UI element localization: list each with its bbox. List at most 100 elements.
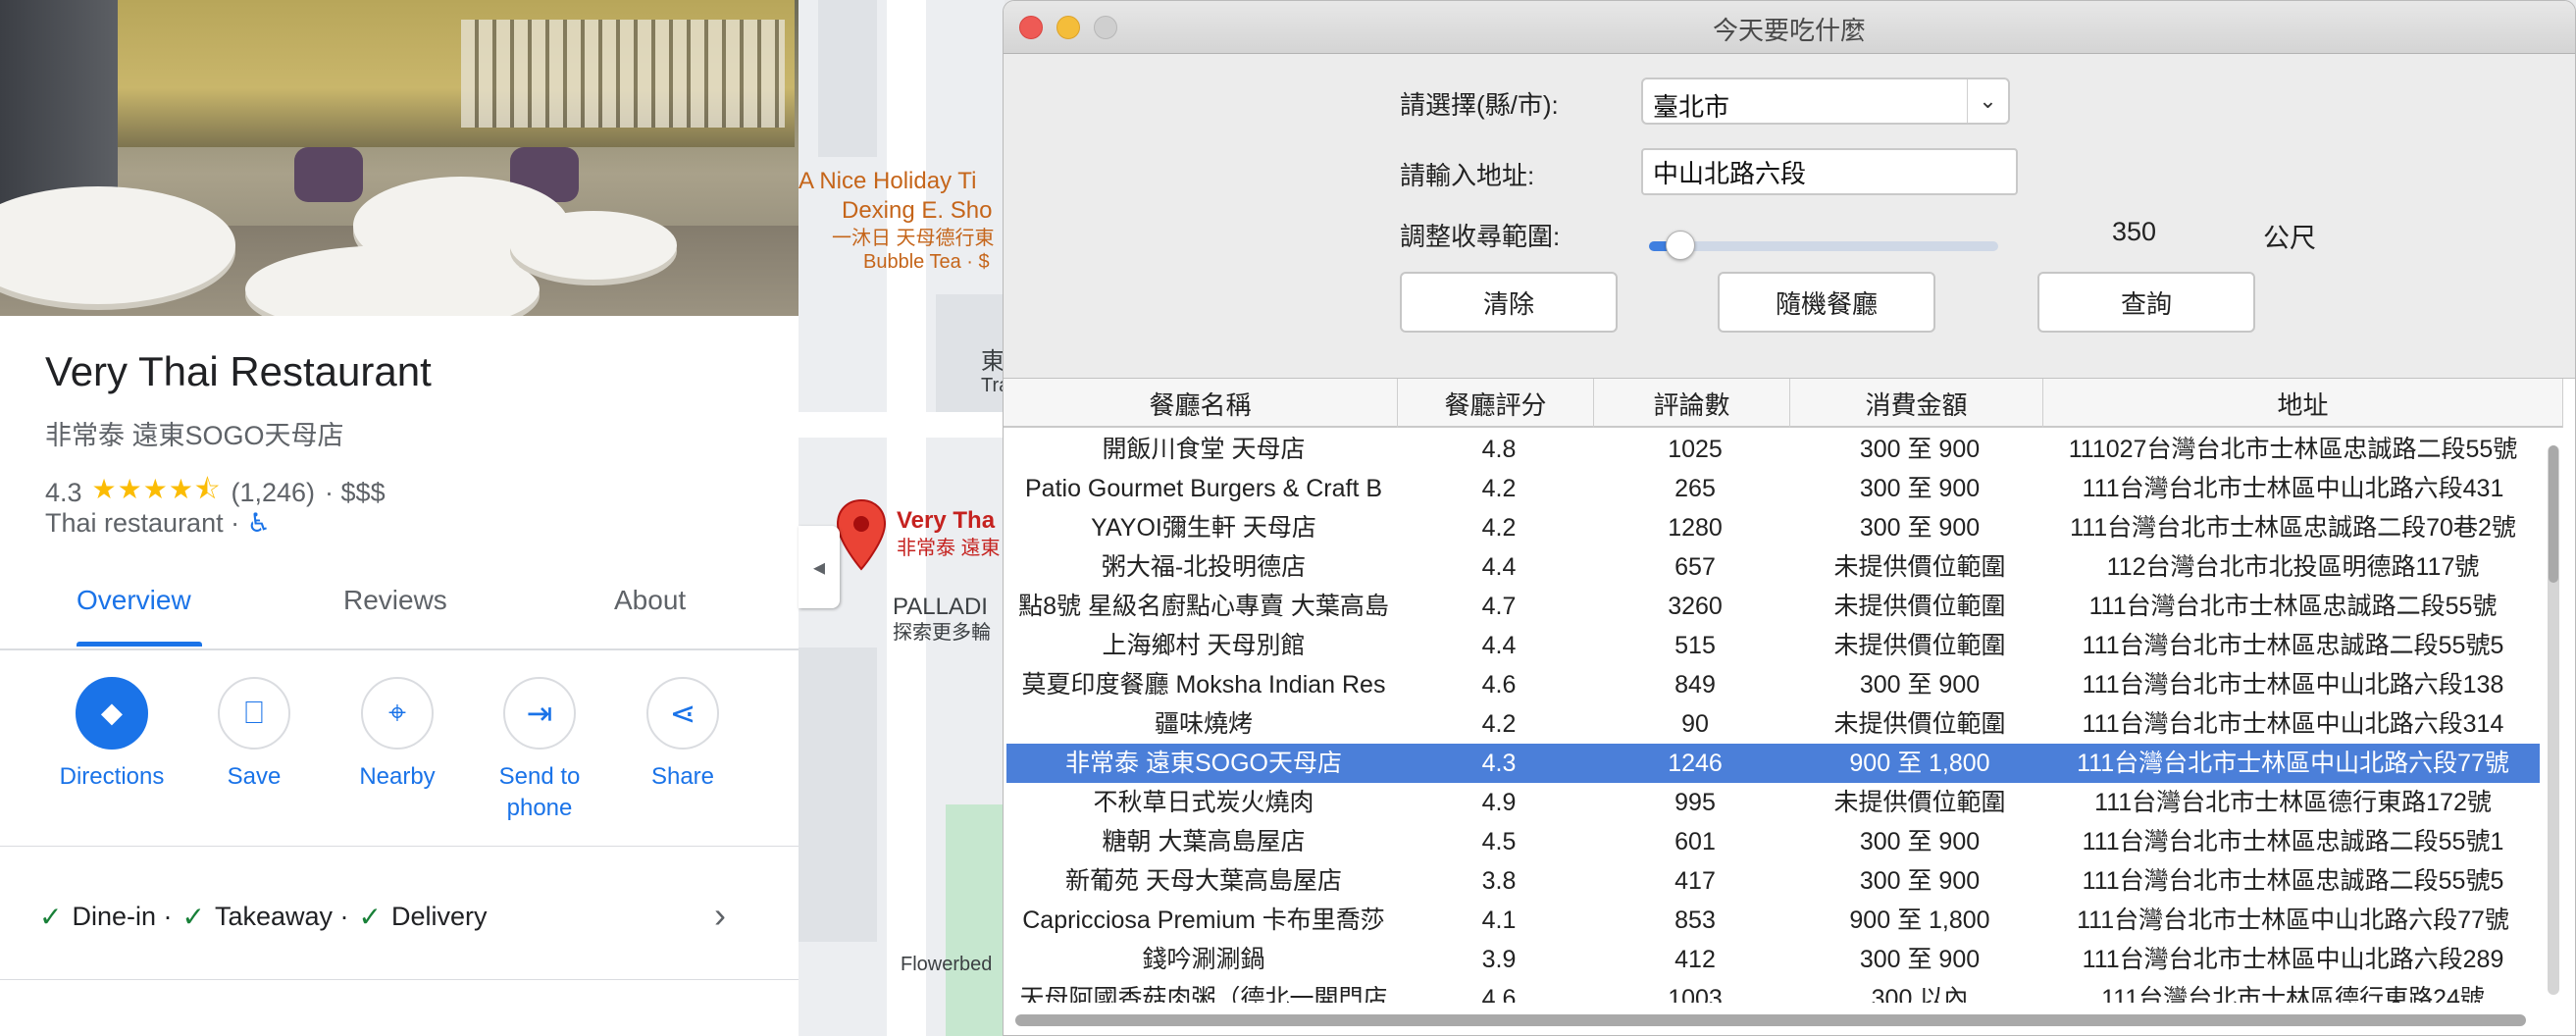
cell-address[interactable]: 111台灣台北市士林區忠誠路二段55號5 bbox=[2046, 626, 2540, 665]
table-row[interactable]: 開飯川食堂 天母店 4.8 1025 300 至 900 111027台灣台北市士林區忠… bbox=[1006, 430, 2540, 469]
table-row-selected[interactable]: 非常泰 遠東SOGO天母店 4.3 1246 900 至 1,800 111台灣台北市士… bbox=[1006, 744, 2540, 783]
cell-name[interactable]: 點8號 星級名廚點心專賣 大葉高島 bbox=[1006, 587, 1401, 626]
cell-price[interactable]: 300 以內 bbox=[1793, 979, 2046, 1003]
range-slider[interactable] bbox=[1649, 227, 2002, 266]
category-label[interactable]: Thai restaurant · bbox=[45, 508, 239, 538]
cell-rating[interactable]: 4.3 bbox=[1401, 744, 1597, 783]
clear-button[interactable]: 清除 bbox=[1400, 272, 1618, 333]
nearby-button[interactable]: ⌖ Nearby bbox=[329, 677, 466, 793]
send-to-phone-button[interactable]: ⇥ Send to phone bbox=[471, 677, 608, 824]
cell-rating[interactable]: 4.1 bbox=[1401, 901, 1597, 940]
cell-price[interactable]: 300 至 900 bbox=[1793, 822, 2046, 861]
cell-name[interactable]: YAYOI彌生軒 天母店 bbox=[1006, 508, 1401, 547]
cell-reviews[interactable]: 601 bbox=[1597, 822, 1793, 861]
cell-rating[interactable]: 4.2 bbox=[1401, 508, 1597, 547]
save-button[interactable]: ⎕ Save bbox=[185, 677, 323, 793]
restaurant-photo[interactable] bbox=[0, 0, 799, 316]
cell-price[interactable]: 未提供價位範圍 bbox=[1793, 783, 2046, 822]
cell-price[interactable]: 未提供價位範圍 bbox=[1793, 704, 2046, 744]
cell-rating[interactable]: 4.5 bbox=[1401, 822, 1597, 861]
column-header-price[interactable]: 消費金額 bbox=[1790, 379, 2043, 428]
cell-name[interactable]: 錢吟涮涮鍋 bbox=[1006, 940, 1401, 979]
table-row[interactable]: 點8號 星級名廚點心專賣 大葉高島 4.7 3260 未提供價位範圍 111台灣台北市士… bbox=[1006, 587, 2540, 626]
table-row[interactable]: 天母阿國香菇肉粥（德北一開門店 4.6 1003 300 以內 111台灣台北市士林區德… bbox=[1006, 979, 2540, 1003]
cell-address[interactable]: 111027台灣台北市士林區忠誠路二段55號 bbox=[2046, 430, 2540, 469]
cell-reviews[interactable]: 515 bbox=[1597, 626, 1793, 665]
cell-price[interactable]: 未提供價位範圍 bbox=[1793, 547, 2046, 587]
cell-rating[interactable]: 4.2 bbox=[1401, 704, 1597, 744]
map-label[interactable]: A Nice Holiday Ti bbox=[799, 169, 976, 194]
map-canvas[interactable]: A Nice Holiday Ti Dexing E. Sho 一沐日 天母德行… bbox=[799, 0, 1005, 1036]
cell-address[interactable]: 111台灣台北市士林區中山北路六段138 bbox=[2046, 665, 2540, 704]
table-row[interactable]: 疆味燒烤 4.2 90 未提供價位範圍 111台灣台北市士林區中山北路六段314 bbox=[1006, 704, 2540, 744]
cell-reviews[interactable]: 90 bbox=[1597, 704, 1793, 744]
cell-reviews[interactable]: 417 bbox=[1597, 861, 1793, 901]
cell-rating[interactable]: 4.2 bbox=[1401, 469, 1597, 508]
column-header-rating[interactable]: 餐廳評分 bbox=[1398, 379, 1594, 428]
cell-rating[interactable]: 4.6 bbox=[1401, 665, 1597, 704]
cell-name[interactable]: 糖朝 大葉高島屋店 bbox=[1006, 822, 1401, 861]
cell-reviews[interactable]: 1003 bbox=[1597, 979, 1793, 1003]
cell-price[interactable]: 300 至 900 bbox=[1793, 508, 2046, 547]
cell-rating[interactable]: 3.9 bbox=[1401, 940, 1597, 979]
horizontal-scrollbar[interactable] bbox=[1015, 1014, 2526, 1026]
cell-reviews[interactable]: 1025 bbox=[1597, 430, 1793, 469]
vertical-scrollbar[interactable] bbox=[2548, 445, 2559, 995]
cell-rating[interactable]: 4.4 bbox=[1401, 547, 1597, 587]
cell-reviews[interactable]: 1280 bbox=[1597, 508, 1793, 547]
map-place-label[interactable]: Very Tha bbox=[897, 508, 995, 534]
table-row[interactable]: YAYOI彌生軒 天母店 4.2 1280 300 至 900 111台灣台北市士林區忠… bbox=[1006, 508, 2540, 547]
cell-price[interactable]: 300 至 900 bbox=[1793, 940, 2046, 979]
address-input[interactable] bbox=[1641, 148, 2018, 195]
cell-address[interactable]: 111台灣台北市士林區中山北路六段431 bbox=[2046, 469, 2540, 508]
cell-price[interactable]: 300 至 900 bbox=[1793, 665, 2046, 704]
table-row[interactable]: 莫夏印度餐廳 Moksha Indian Res 4.6 849 300 至 900 1… bbox=[1006, 665, 2540, 704]
cell-reviews[interactable]: 1246 bbox=[1597, 744, 1793, 783]
cell-price[interactable]: 900 至 1,800 bbox=[1793, 901, 2046, 940]
cell-name[interactable]: 上海鄉村 天母別館 bbox=[1006, 626, 1401, 665]
cell-price[interactable]: 未提供價位範圍 bbox=[1793, 626, 2046, 665]
cell-name[interactable]: Capricciosa Premium 卡布里喬莎 bbox=[1006, 901, 1401, 940]
table-row[interactable]: 錢吟涮涮鍋 3.9 412 300 至 900 111台灣台北市士林區中山北路六段289 bbox=[1006, 940, 2540, 979]
cell-name[interactable]: 天母阿國香菇肉粥（德北一開門店 bbox=[1006, 979, 1401, 1003]
cell-price[interactable]: 300 至 900 bbox=[1793, 469, 2046, 508]
tab-reviews[interactable]: Reviews bbox=[343, 585, 447, 616]
cell-reviews[interactable]: 3260 bbox=[1597, 587, 1793, 626]
tab-overview[interactable]: Overview bbox=[77, 585, 191, 616]
cell-reviews[interactable]: 995 bbox=[1597, 783, 1793, 822]
tab-about[interactable]: About bbox=[614, 585, 686, 616]
slider-thumb[interactable] bbox=[1666, 231, 1696, 260]
table-row[interactable]: 上海鄉村 天母別館 4.4 515 未提供價位範圍 111台灣台北市士林區忠誠路二段55… bbox=[1006, 626, 2540, 665]
title-bar[interactable]: 今天要吃什麼 bbox=[1004, 1, 2575, 54]
cell-name[interactable]: 非常泰 遠東SOGO天母店 bbox=[1006, 744, 1401, 783]
column-header-name[interactable]: 餐廳名稱 bbox=[1004, 379, 1398, 428]
query-button[interactable]: 查詢 bbox=[2037, 272, 2255, 333]
cell-address[interactable]: 111台灣台北市士林區忠誠路二段70巷2號 bbox=[2046, 508, 2540, 547]
table-row[interactable]: 粥大福-北投明德店 4.4 657 未提供價位範圍 112台灣台北市北投區明德路117號 bbox=[1006, 547, 2540, 587]
cell-address[interactable]: 111台灣台北市士林區忠誠路二段55號5 bbox=[2046, 861, 2540, 901]
column-header-reviews[interactable]: 評論數 bbox=[1594, 379, 1790, 428]
table-row[interactable]: Capricciosa Premium 卡布里喬莎 4.1 853 900 至 1,8… bbox=[1006, 901, 2540, 940]
cell-name[interactable]: 開飯川食堂 天母店 bbox=[1006, 430, 1401, 469]
table-row[interactable]: 新葡苑 天母大葉高島屋店 3.8 417 300 至 900 111台灣台北市士林區忠誠… bbox=[1006, 861, 2540, 901]
restaurant-table[interactable]: 餐廳名稱 餐廳評分 評論數 消費金額 地址 開飯川食堂 天母店 4.8 1025 30… bbox=[1004, 378, 2575, 1035]
cell-name[interactable]: 疆味燒烤 bbox=[1006, 704, 1401, 744]
cell-reviews[interactable]: 657 bbox=[1597, 547, 1793, 587]
map-label[interactable]: Dexing E. Sho bbox=[842, 198, 992, 224]
cell-rating[interactable]: 4.7 bbox=[1401, 587, 1597, 626]
cell-address[interactable]: 111台灣台北市士林區中山北路六段289 bbox=[2046, 940, 2540, 979]
share-button[interactable]: ⋖ Share bbox=[614, 677, 751, 793]
map-pin-icon[interactable] bbox=[836, 498, 887, 571]
cell-reviews[interactable]: 265 bbox=[1597, 469, 1793, 508]
chevron-down-icon[interactable]: ⌄ bbox=[1967, 79, 2008, 123]
cell-name[interactable]: 粥大福-北投明德店 bbox=[1006, 547, 1401, 587]
chevron-right-icon[interactable]: › bbox=[714, 895, 726, 936]
random-restaurant-button[interactable]: 隨機餐廳 bbox=[1718, 272, 1935, 333]
cell-name[interactable]: Patio Gourmet Burgers & Craft B bbox=[1006, 469, 1401, 508]
city-select[interactable]: 臺北市 ⌄ bbox=[1641, 78, 2010, 125]
service-options[interactable]: ✓ Dine-in · ✓ Takeaway · ✓ Delivery bbox=[39, 901, 488, 933]
cell-price[interactable]: 300 至 900 bbox=[1793, 861, 2046, 901]
map-label[interactable]: 一沐日 天母德行東 bbox=[832, 226, 995, 251]
cell-rating[interactable]: 3.8 bbox=[1401, 861, 1597, 901]
table-row[interactable]: 糖朝 大葉高島屋店 4.5 601 300 至 900 111台灣台北市士林區忠誠路二段… bbox=[1006, 822, 2540, 861]
